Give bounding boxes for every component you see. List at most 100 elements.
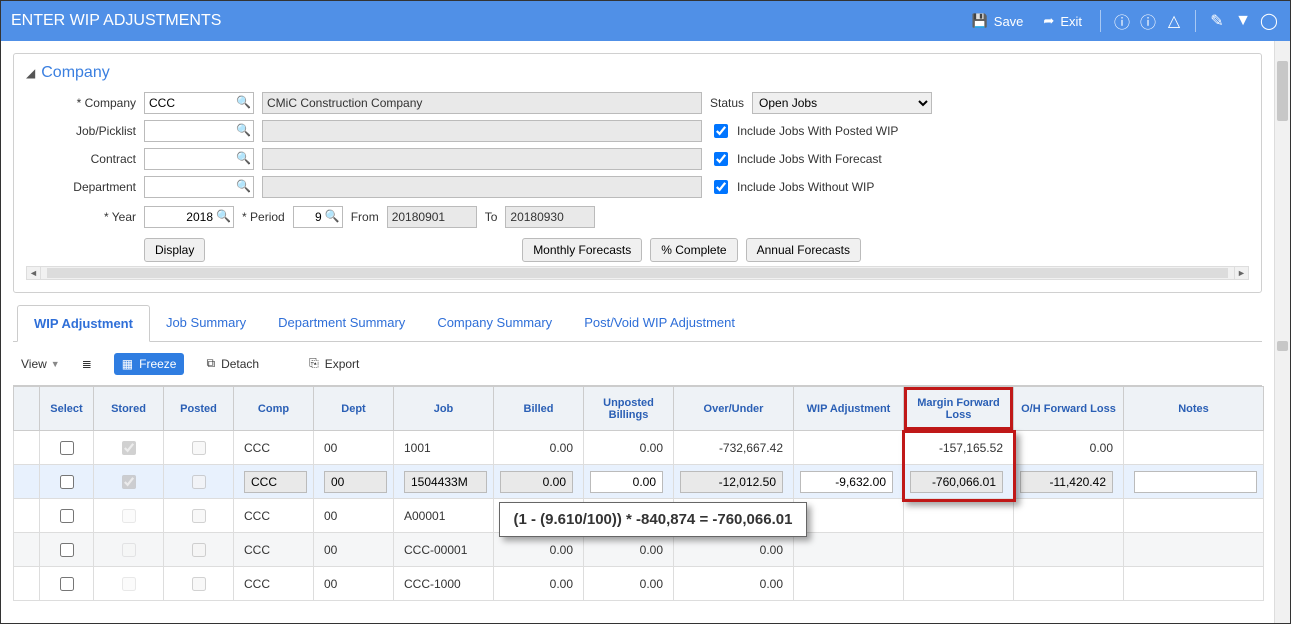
cell-stored — [94, 465, 164, 499]
detach-button[interactable]: ⧉ Detach — [198, 352, 267, 375]
row-handle[interactable] — [14, 567, 40, 601]
table-row[interactable]: CCC 00 CCC-00001 0.00 0.00 0.00 — [14, 533, 1264, 567]
col-billed[interactable]: Billed — [494, 387, 584, 431]
cell-job: 1001 — [394, 431, 494, 465]
view-menu[interactable]: View ▼ — [21, 357, 60, 371]
include-forecast-checkbox[interactable] — [714, 152, 728, 166]
filter-button[interactable]: ≣ — [74, 353, 100, 375]
col-unposted[interactable]: Unposted Billings — [584, 387, 674, 431]
annual-forecasts-button[interactable]: Annual Forecasts — [746, 238, 861, 262]
include-posted-wip-label: Include Jobs With Posted WIP — [737, 124, 898, 138]
dropdown-icon[interactable]: ▼ — [1232, 8, 1254, 34]
stored-checkbox — [122, 441, 136, 455]
col-wipadj[interactable]: WIP Adjustment — [794, 387, 904, 431]
select-checkbox[interactable] — [60, 441, 74, 455]
table-row[interactable] — [14, 465, 1264, 499]
cell-select[interactable] — [40, 533, 94, 567]
col-select[interactable]: Select — [40, 387, 94, 431]
save-button[interactable]: 💾 Save — [964, 9, 1032, 33]
scrollbar-thumb[interactable] — [1277, 341, 1288, 351]
cell-unposted: 0.00 — [584, 431, 674, 465]
row-handle[interactable] — [14, 499, 40, 533]
table-row[interactable]: CCC 00 1001 0.00 0.00 -732,667.42 -157,1… — [14, 431, 1264, 465]
include-without-wip-checkbox[interactable] — [714, 180, 728, 194]
cell-oh-forward-loss — [1014, 499, 1124, 533]
select-checkbox[interactable] — [60, 475, 74, 489]
cell-select[interactable] — [40, 465, 94, 499]
cell-billed: 0.00 — [494, 567, 584, 601]
notes-input[interactable] — [1134, 471, 1257, 493]
unposted-input[interactable] — [590, 471, 663, 493]
info-icon[interactable]: ⓘ — [1111, 5, 1133, 37]
pct-complete-button[interactable]: % Complete — [650, 238, 737, 262]
col-job[interactable]: Job — [394, 387, 494, 431]
search-icon[interactable]: 🔍 — [236, 95, 250, 109]
monthly-forecasts-button[interactable]: Monthly Forecasts — [522, 238, 642, 262]
cell-margin-forward-loss — [904, 567, 1014, 601]
to-date-display — [505, 206, 595, 228]
panel-horizontal-scrollbar[interactable]: ◄ ► — [26, 266, 1249, 280]
freeze-button[interactable]: ▦ Freeze — [114, 353, 185, 375]
col-overunder[interactable]: Over/Under — [674, 387, 794, 431]
col-margin-forward-loss[interactable]: Margin Forward Loss — [904, 387, 1014, 431]
tab-post-void[interactable]: Post/Void WIP Adjustment — [568, 305, 751, 341]
tab-company-summary[interactable]: Company Summary — [421, 305, 568, 341]
edit-icon[interactable]: ✎ — [1206, 7, 1228, 35]
tab-job-summary[interactable]: Job Summary — [150, 305, 262, 341]
cell-unposted[interactable] — [584, 465, 674, 499]
select-checkbox[interactable] — [60, 509, 74, 523]
col-handle — [14, 387, 40, 431]
row-handle[interactable] — [14, 465, 40, 499]
col-comp[interactable]: Comp — [234, 387, 314, 431]
cell-select[interactable] — [40, 567, 94, 601]
wipadj-input[interactable] — [800, 471, 893, 493]
stored-checkbox — [122, 475, 136, 489]
tab-department-summary[interactable]: Department Summary — [262, 305, 421, 341]
include-posted-wip-checkbox[interactable] — [714, 124, 728, 138]
from-label: From — [351, 210, 379, 224]
col-posted[interactable]: Posted — [164, 387, 234, 431]
cell-wipadj[interactable] — [794, 465, 904, 499]
company-section-header[interactable]: ◢ Company — [26, 64, 1249, 82]
search-icon[interactable]: 🔍 — [236, 151, 250, 165]
cell-posted — [164, 499, 234, 533]
select-checkbox[interactable] — [60, 543, 74, 557]
display-button[interactable]: Display — [144, 238, 205, 262]
scroll-left-icon[interactable]: ◄ — [27, 267, 41, 279]
row-handle[interactable] — [14, 533, 40, 567]
status-select[interactable]: Open Jobs — [752, 92, 932, 114]
search-icon[interactable]: 🔍 — [236, 123, 250, 137]
col-notes[interactable]: Notes — [1124, 387, 1264, 431]
help-icon[interactable]: ⓘ — [1137, 5, 1159, 37]
table-row[interactable]: CCC 00 CCC-1000 0.00 0.00 0.00 — [14, 567, 1264, 601]
title-bar: ENTER WIP ADJUSTMENTS 💾 Save ➦ Exit ⓘ ⓘ … — [1, 1, 1290, 41]
refresh-icon[interactable]: ◯ — [1258, 7, 1280, 35]
cell-job: CCC-1000 — [394, 567, 494, 601]
scrollbar-thumb[interactable] — [1277, 61, 1288, 121]
row-handle[interactable] — [14, 431, 40, 465]
cell-select[interactable] — [40, 431, 94, 465]
cell-job: A00001 — [394, 499, 494, 533]
col-oh-forward-loss[interactable]: O/H Forward Loss — [1014, 387, 1124, 431]
select-checkbox[interactable] — [60, 577, 74, 591]
cell-select[interactable] — [40, 499, 94, 533]
export-button[interactable]: ⎘ Export — [301, 352, 367, 375]
cell-dept — [314, 465, 394, 499]
cell-billed: 0.00 — [494, 431, 584, 465]
cell-notes[interactable] — [1124, 465, 1264, 499]
scroll-right-icon[interactable]: ► — [1234, 267, 1248, 279]
tab-wip-adjustment[interactable]: WIP Adjustment — [17, 305, 150, 342]
cell-oh-forward-loss: 0.00 — [1014, 431, 1124, 465]
search-icon[interactable]: 🔍 — [216, 209, 230, 223]
col-dept[interactable]: Dept — [314, 387, 394, 431]
scrollbar-thumb[interactable] — [47, 268, 1228, 278]
cell-dept: 00 — [314, 567, 394, 601]
vertical-scrollbar[interactable] — [1274, 41, 1290, 623]
alert-icon[interactable]: △ — [1163, 7, 1185, 35]
exit-button[interactable]: ➦ Exit — [1035, 9, 1090, 33]
col-stored[interactable]: Stored — [94, 387, 164, 431]
search-icon[interactable]: 🔍 — [236, 179, 250, 193]
cell-posted — [164, 465, 234, 499]
search-icon[interactable]: 🔍 — [325, 209, 339, 223]
job-label: Job/Picklist — [26, 124, 136, 138]
